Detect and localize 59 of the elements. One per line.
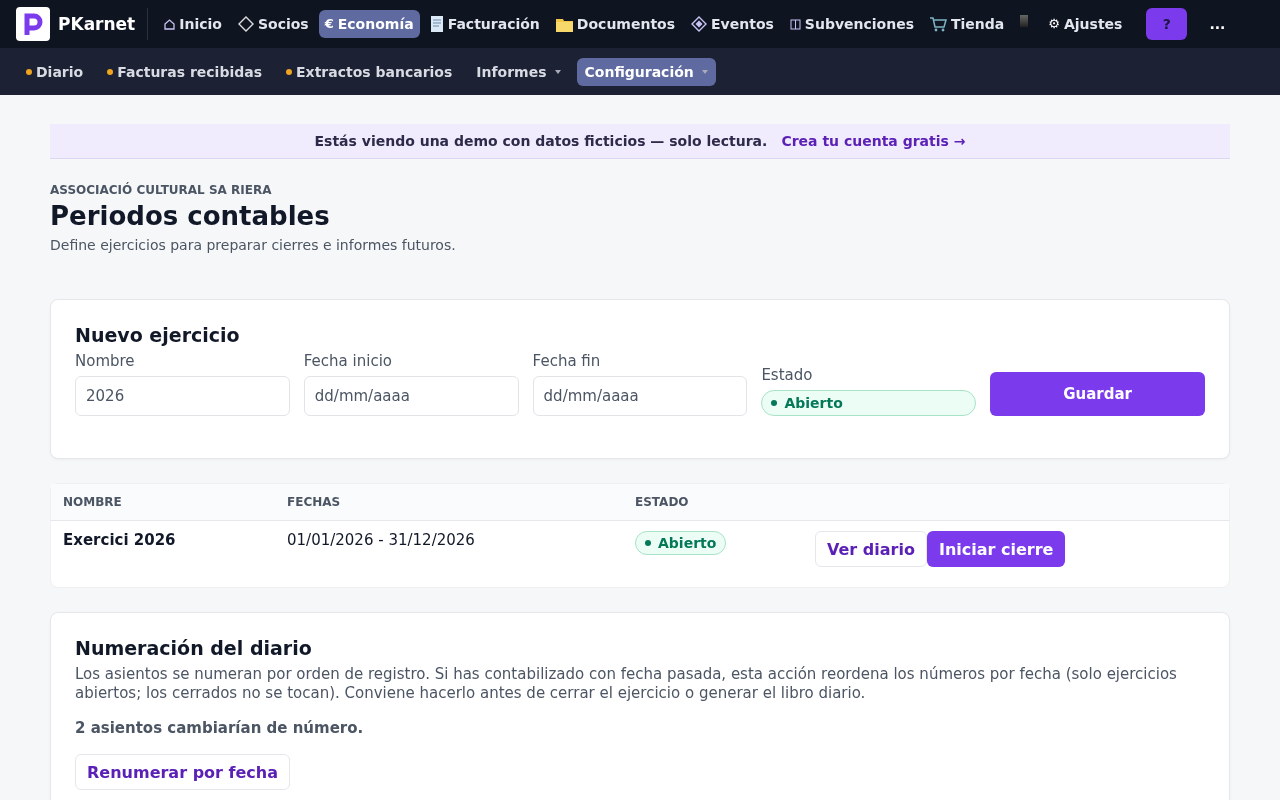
status-badge: Abierto	[635, 531, 727, 555]
subnav-tab[interactable]: Facturas recibidas	[99, 57, 271, 86]
input-field[interactable]: dd/mm/aaaa	[532, 376, 748, 416]
diamond-icon	[691, 16, 708, 32]
nav-tab[interactable]: Socios	[231, 10, 315, 38]
organization-name: ASSOCIACIÓ CULTURAL SA RIERA	[50, 183, 273, 197]
nav-tab[interactable]: Eventos	[685, 10, 780, 38]
nav-tab[interactable]: Tienda	[924, 10, 1011, 38]
more-button[interactable]: ...	[1203, 15, 1232, 33]
nav-tab[interactable]: Facturación	[423, 10, 546, 38]
subnav-tab[interactable]: Extractos bancarios	[278, 57, 461, 86]
start-closing-button[interactable]: Iniciar cierre	[926, 531, 1066, 567]
nav-tab[interactable]: ⚙ Ajustes	[1042, 10, 1129, 38]
house-icon	[164, 18, 176, 30]
column-header: FECHAS	[287, 495, 342, 509]
subnav-tab[interactable]: Diario	[18, 57, 92, 86]
receipt-icon	[429, 16, 444, 32]
input-field[interactable]: dd/mm/aaaa	[303, 376, 519, 416]
input-field[interactable]: 2026	[75, 376, 290, 416]
field-label: Fecha fin	[532, 352, 602, 370]
status-badge: Abierto	[761, 390, 977, 416]
column-header: ESTADO	[635, 495, 690, 509]
card-title: Nuevo ejercicio	[75, 324, 241, 346]
save-button[interactable]: Guardar	[990, 372, 1205, 416]
view-journal-button[interactable]: Ver diario	[815, 531, 927, 567]
signup-link[interactable]: Crea tu cuenta gratis →	[781, 133, 966, 149]
table-cell-text: 01/01/2026 - 31/12/2026	[287, 531, 476, 549]
page-subtitle: Define ejercicios para preparar cierres e informes futuros.	[50, 237, 457, 253]
diamond-icon	[237, 16, 254, 32]
caret-icon	[701, 69, 708, 74]
page-title: Periodos contables	[50, 201, 331, 231]
euro-icon: €	[324, 16, 334, 31]
field-label: Nombre	[75, 352, 136, 370]
field-label: Fecha inicio	[303, 352, 393, 370]
dot-icon	[286, 68, 293, 75]
nav-tab[interactable]: € Economía	[318, 10, 420, 38]
app-logo[interactable]	[16, 7, 50, 41]
nav-tab[interactable]: Subvenciones	[783, 10, 920, 38]
gear-icon: ⚙	[1048, 16, 1060, 31]
renumber-button[interactable]: Renumerar por fecha	[75, 754, 290, 790]
banner-text: Estás viendo una demo con datos ficticios — solo lectura.	[314, 133, 768, 149]
dot-icon	[26, 68, 32, 75]
field-label: Estado	[761, 366, 814, 384]
subnav-tab[interactable]: Informes	[468, 57, 569, 86]
cart-icon	[930, 16, 947, 32]
count-text: 2 asientos cambiarían de número.	[75, 719, 365, 738]
nav-tab[interactable]: Documentos	[549, 10, 682, 38]
column-header: NOMBRE	[63, 495, 123, 509]
description-text: Los asientos se numeran por orden de registro. Si has contabilizado con fecha pasada, esta acción reordena los números por fecha (solo ejercicios abiertos; los cerrados no se tocan). Conviene hacerlo antes de cerrar el ejercicio o generar el libro diario.	[75, 665, 1178, 703]
square-icon	[1020, 15, 1029, 27]
dot-icon	[107, 68, 114, 75]
card-title: Numeración del diario	[75, 637, 313, 659]
nav-tab[interactable]: Inicio	[158, 10, 228, 38]
table-cell-text: Exercici 2026	[63, 531, 177, 549]
subnav-tab[interactable]: Configuración	[576, 57, 716, 86]
caret-icon	[554, 69, 561, 74]
folder-icon	[555, 16, 573, 32]
book-icon	[789, 18, 801, 30]
brand-name: PKarnet	[58, 14, 136, 34]
